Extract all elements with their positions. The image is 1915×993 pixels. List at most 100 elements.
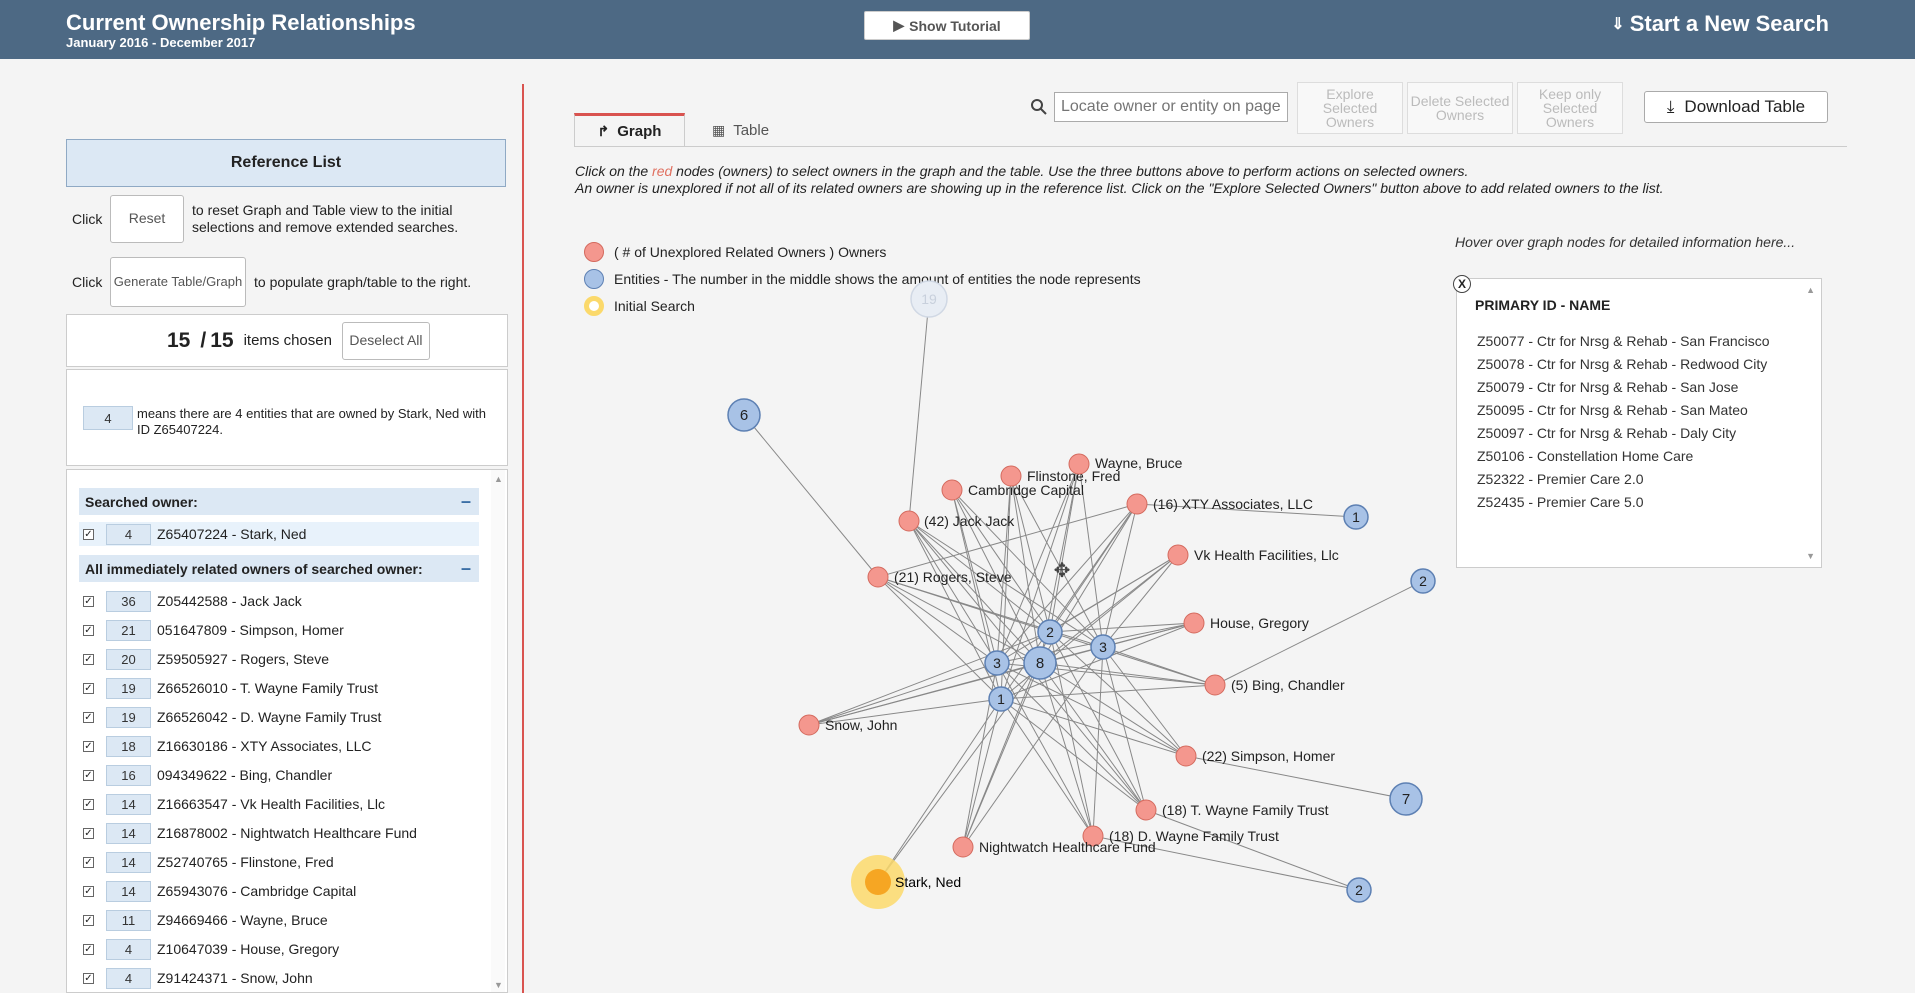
entity-node-label: 2: [1046, 624, 1054, 640]
checkbox[interactable]: ✓: [83, 624, 94, 636]
related-owner-row[interactable]: ✓ 14 Z16878002 - Nightwatch Healthcare Fun…: [79, 821, 479, 845]
info-item: Z52435 - Premier Care 5.0: [1477, 494, 1644, 510]
owner-node-flinstone[interactable]: [1000, 465, 1022, 487]
reference-panel: Reference List Click Reset to reset Grap…: [66, 79, 508, 993]
related-owner-row[interactable]: ✓ 4 Z10647039 - House, Gregory: [79, 937, 479, 961]
entity-count: 20: [106, 648, 151, 670]
related-owner-row[interactable]: ✓ 20 Z59505927 - Rogers, Steve: [79, 647, 479, 671]
deselect-all-button[interactable]: Deselect All: [341, 321, 430, 360]
checkbox[interactable]: ✓: [83, 856, 94, 868]
graph-edge: [908, 298, 930, 522]
owner-node-label: (16) XTY Associates, LLC: [1153, 496, 1313, 512]
owner-node-house[interactable]: [1183, 612, 1205, 634]
close-icon[interactable]: X: [1453, 275, 1471, 293]
checkbox[interactable]: ✓: [83, 769, 94, 781]
graph-edge: [808, 662, 998, 726]
checkbox[interactable]: ✓: [83, 943, 94, 955]
count-separator: /: [200, 328, 207, 352]
checkbox[interactable]: ✓: [83, 885, 94, 897]
show-tutorial-button[interactable]: ▶ Show Tutorial: [864, 11, 1030, 40]
checkbox[interactable]: ✓: [83, 595, 94, 607]
owner-label: Z65407224 - Stark, Ned: [157, 526, 307, 542]
entity-count: 14: [106, 880, 151, 902]
locate-search-input[interactable]: [1054, 92, 1288, 122]
entity-count: 14: [106, 793, 151, 815]
collapse-icon[interactable]: –: [461, 491, 471, 512]
chosen-count: 15: [167, 328, 191, 352]
ownership-graph[interactable]: 196833211272Stark, Ned(42) Jack Jack(21)…: [574, 270, 1454, 950]
collapse-icon[interactable]: –: [461, 558, 471, 579]
owner-node-bing[interactable]: [1204, 674, 1226, 696]
related-owner-row[interactable]: ✓ 21 051647809 - Simpson, Homer: [79, 618, 479, 642]
related-owner-row[interactable]: ✓ 18 Z16630186 - XTY Associates, LLC: [79, 734, 479, 758]
list-scrollbar[interactable]: ▲ ▼: [491, 470, 505, 992]
explore-selected-owners-button[interactable]: Explore Selected Owners: [1297, 82, 1403, 134]
owner-label: Z16663547 - Vk Health Facilities, Llc: [157, 796, 385, 812]
info-item: Z50106 - Constellation Home Care: [1477, 448, 1694, 464]
entity-count: 4: [106, 967, 151, 989]
checkbox[interactable]: ✓: [83, 711, 94, 723]
owner-node-simpson[interactable]: [1175, 745, 1197, 767]
owner-label: Z16878002 - Nightwatch Healthcare Fund: [157, 825, 417, 841]
owner-node-wayne[interactable]: [1068, 453, 1090, 475]
related-owner-row[interactable]: ✓ 14 Z65943076 - Cambridge Capital: [79, 879, 479, 903]
related-owner-row[interactable]: ✓ 16 094349622 - Bing, Chandler: [79, 763, 479, 787]
legend-explanation: means there are 4 entities that are owne…: [137, 406, 487, 437]
related-owner-row[interactable]: ✓ 14 Z52740765 - Flinstone, Fred: [79, 850, 479, 874]
scroll-down-icon[interactable]: ▼: [494, 980, 503, 990]
owner-node-jack[interactable]: [898, 510, 920, 532]
related-owner-row[interactable]: ✓ 11 Z94669466 - Wayne, Bruce: [79, 908, 479, 932]
scroll-up-icon[interactable]: ▲: [494, 474, 503, 484]
start-new-search-link[interactable]: ⇓ Start a New Search: [1611, 11, 1829, 37]
owner-node-xty[interactable]: [1126, 493, 1148, 515]
owner-node-vk[interactable]: [1167, 544, 1189, 566]
checkbox[interactable]: ✓: [83, 827, 94, 839]
owner-node-label: (42) Jack Jack: [924, 513, 1015, 529]
graph-edge: [1000, 684, 1216, 700]
tab-table[interactable]: ▦ Table: [685, 113, 796, 147]
instruction-text: Click on the: [575, 163, 653, 179]
related-owner-row[interactable]: ✓ 4 Z91424371 - Snow, John: [79, 966, 479, 990]
checkbox[interactable]: ✓: [83, 972, 94, 984]
related-owner-row[interactable]: ✓ 14 Z16663547 - Vk Health Facilities, Llc: [79, 792, 479, 816]
generate-table-graph-button[interactable]: Generate Table/Graph: [110, 257, 246, 307]
owner-dot-icon: [584, 241, 604, 262]
graph-edge: [877, 576, 1051, 633]
related-owner-row[interactable]: ✓ 19 Z66526010 - T. Wayne Family Trust: [79, 676, 479, 700]
entity-count: 19: [106, 677, 151, 699]
delete-selected-owners-button[interactable]: Delete Selected Owners: [1407, 82, 1513, 134]
checkbox[interactable]: ✓: [83, 740, 94, 752]
checkbox[interactable]: ✓: [83, 528, 94, 540]
checkbox[interactable]: ✓: [83, 653, 94, 665]
tab-graph[interactable]: ↱ Graph: [574, 113, 685, 147]
graph-edge: [1145, 809, 1360, 891]
info-item: Z50079 - Ctr for Nrsg & Rehab - San Jose: [1477, 379, 1739, 395]
owner-node-twayne[interactable]: [1135, 799, 1157, 821]
download-table-button[interactable]: ⤓ Download Table: [1644, 91, 1828, 123]
reset-button[interactable]: Reset: [110, 195, 184, 243]
total-count: 15: [210, 328, 234, 352]
owner-node-label: House, Gregory: [1210, 615, 1309, 631]
scroll-down-icon[interactable]: ▼: [1806, 551, 1815, 561]
graph-edge: [908, 520, 1002, 700]
graph-edge: [1102, 646, 1187, 757]
searched-owner-row[interactable]: ✓ 4 Z65407224 - Stark, Ned: [79, 522, 479, 546]
owner-node-nightwatch[interactable]: [952, 836, 974, 858]
scroll-up-icon[interactable]: ▲: [1806, 285, 1815, 295]
owner-node-rogers[interactable]: [867, 566, 889, 588]
number-legend-box: 4 means there are 4 entities that are ow…: [66, 369, 508, 466]
owner-node-stark[interactable]: [865, 869, 891, 895]
related-owner-row[interactable]: ✓ 36 Z05442588 - Jack Jack: [79, 589, 479, 613]
checkbox[interactable]: ✓: [83, 798, 94, 810]
related-owner-row[interactable]: ✓ 19 Z66526042 - D. Wayne Family Trust: [79, 705, 479, 729]
owner-node-cambridge[interactable]: [941, 479, 963, 501]
owner-label: Z94669466 - Wayne, Bruce: [157, 912, 328, 928]
checkbox[interactable]: ✓: [83, 914, 94, 926]
checkbox[interactable]: ✓: [83, 682, 94, 694]
graph-edge: [743, 414, 879, 578]
graph-edge: [996, 662, 1094, 837]
download-table-label: Download Table: [1684, 97, 1806, 116]
owner-node-snow[interactable]: [798, 714, 820, 736]
owner-list[interactable]: Searched owner: – ✓ 4 Z65407224 - Stark,…: [66, 469, 508, 993]
keep-selected-owners-button[interactable]: Keep only Selected Owners: [1517, 82, 1623, 134]
